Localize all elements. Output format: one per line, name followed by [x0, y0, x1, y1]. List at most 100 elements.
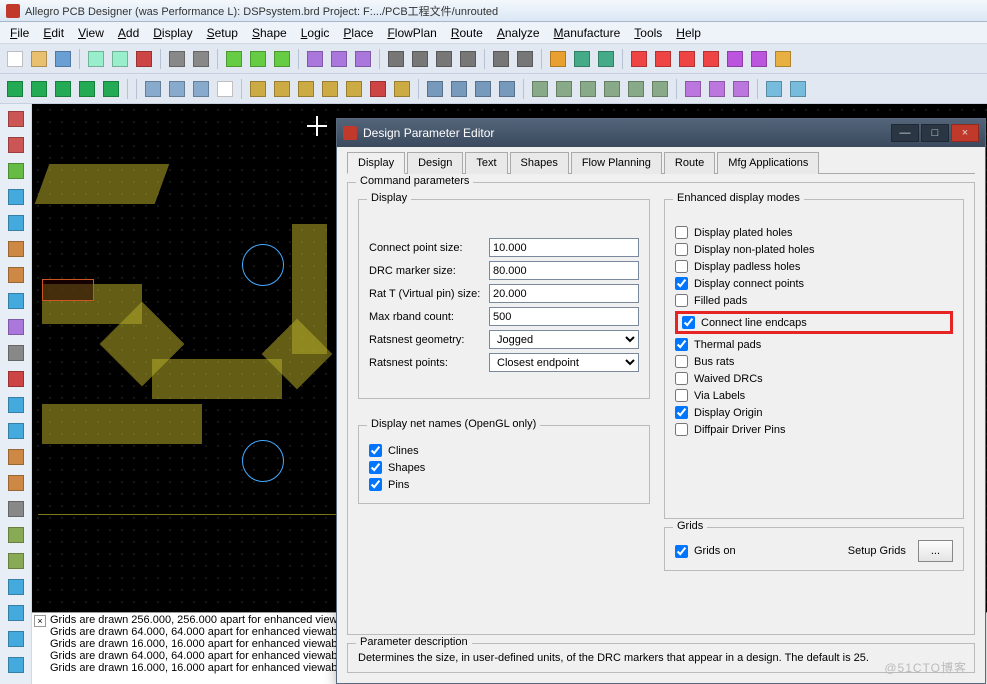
form-input[interactable]: Closest endpoint — [489, 353, 639, 372]
sidebar-tool[interactable] — [5, 238, 27, 260]
toolbar-button[interactable] — [391, 78, 413, 100]
menu-place[interactable]: Place — [337, 24, 379, 42]
sidebar-tool[interactable] — [5, 654, 27, 676]
toolbar-button[interactable] — [649, 78, 671, 100]
toolbar-button[interactable] — [577, 78, 599, 100]
checkbox-filled-pads[interactable]: Filled pads — [675, 294, 953, 307]
toolbar-button[interactable] — [247, 78, 269, 100]
toolbar-button[interactable] — [223, 48, 245, 70]
toolbar-button[interactable] — [772, 48, 794, 70]
toolbar-button[interactable] — [52, 78, 74, 100]
toolbar-button[interactable] — [448, 78, 470, 100]
form-input[interactable]: Jogged — [489, 330, 639, 349]
dialog-titlebar[interactable]: Design Parameter Editor — □ × — [337, 119, 985, 147]
dialog-close-button[interactable]: × — [951, 124, 979, 142]
toolbar-button[interactable] — [763, 78, 785, 100]
toolbar-button[interactable] — [28, 78, 50, 100]
menu-add[interactable]: Add — [112, 24, 145, 42]
toolbar-button[interactable] — [271, 78, 293, 100]
toolbar-button[interactable] — [595, 48, 617, 70]
sidebar-tool[interactable] — [5, 394, 27, 416]
checkbox-bus-rats[interactable]: Bus rats — [675, 355, 953, 368]
menu-help[interactable]: Help — [670, 24, 707, 42]
toolbar-button[interactable] — [367, 78, 389, 100]
toolbar-button[interactable] — [214, 78, 236, 100]
menu-route[interactable]: Route — [445, 24, 489, 42]
sidebar-tool[interactable] — [5, 108, 27, 130]
menu-flowplan[interactable]: FlowPlan — [381, 24, 442, 42]
toolbar-button[interactable] — [652, 48, 674, 70]
menu-manufacture[interactable]: Manufacture — [548, 24, 627, 42]
sidebar-tool[interactable] — [5, 134, 27, 156]
sidebar-tool[interactable] — [5, 446, 27, 468]
menu-analyze[interactable]: Analyze — [491, 24, 546, 42]
checkbox-via-labels[interactable]: Via Labels — [675, 389, 953, 402]
menu-logic[interactable]: Logic — [295, 24, 336, 42]
toolbar-button[interactable] — [409, 48, 431, 70]
toolbar-button[interactable] — [424, 78, 446, 100]
menu-display[interactable]: Display — [147, 24, 198, 42]
toolbar-button[interactable] — [385, 48, 407, 70]
tab-mfg-applications[interactable]: Mfg Applications — [717, 152, 819, 174]
sidebar-tool[interactable] — [5, 420, 27, 442]
toolbar-button[interactable] — [109, 48, 131, 70]
toolbar-button[interactable] — [304, 48, 326, 70]
toolbar-button[interactable] — [319, 78, 341, 100]
sidebar-tool[interactable] — [5, 602, 27, 624]
menu-file[interactable]: File — [4, 24, 35, 42]
toolbar-button[interactable] — [748, 48, 770, 70]
sidebar-tool[interactable] — [5, 628, 27, 650]
checkbox-display-non-plated-holes[interactable]: Display non-plated holes — [675, 243, 953, 256]
menu-shape[interactable]: Shape — [246, 24, 293, 42]
toolbar-button[interactable] — [553, 78, 575, 100]
sidebar-tool[interactable] — [5, 160, 27, 182]
checkbox-pins[interactable]: Pins — [369, 478, 639, 491]
sidebar-tool[interactable] — [5, 264, 27, 286]
toolbar-button[interactable] — [514, 48, 536, 70]
toolbar-button[interactable] — [352, 48, 374, 70]
sidebar-tool[interactable] — [5, 550, 27, 572]
toolbar-button[interactable] — [628, 48, 650, 70]
checkbox-shapes[interactable]: Shapes — [369, 461, 639, 474]
checkbox-display-padless-holes[interactable]: Display padless holes — [675, 260, 953, 273]
tab-shapes[interactable]: Shapes — [510, 152, 569, 174]
form-input[interactable] — [489, 261, 639, 280]
console-close-icon[interactable]: × — [34, 615, 46, 627]
sidebar-tool[interactable] — [5, 186, 27, 208]
tab-design[interactable]: Design — [407, 152, 463, 174]
toolbar-button[interactable] — [682, 78, 704, 100]
toolbar-button[interactable] — [166, 78, 188, 100]
checkbox-display-origin[interactable]: Display Origin — [675, 406, 953, 419]
grids-on-checkbox[interactable]: Grids on — [675, 545, 736, 558]
sidebar-tool[interactable] — [5, 316, 27, 338]
form-input[interactable] — [489, 284, 639, 303]
form-input[interactable] — [489, 307, 639, 326]
toolbar-button[interactable] — [730, 78, 752, 100]
toolbar-button[interactable] — [343, 78, 365, 100]
toolbar-button[interactable] — [28, 48, 50, 70]
checkbox-clines[interactable]: Clines — [369, 444, 639, 457]
toolbar-button[interactable] — [625, 78, 647, 100]
dialog-maximize-button[interactable]: □ — [921, 124, 949, 142]
checkbox-waived-drcs[interactable]: Waived DRCs — [675, 372, 953, 385]
toolbar-button[interactable] — [700, 48, 722, 70]
toolbar-button[interactable] — [52, 48, 74, 70]
toolbar-button[interactable] — [166, 48, 188, 70]
toolbar-button[interactable] — [490, 48, 512, 70]
toolbar-button[interactable] — [142, 78, 164, 100]
toolbar-button[interactable] — [190, 78, 212, 100]
toolbar-button[interactable] — [787, 78, 809, 100]
menu-tools[interactable]: Tools — [628, 24, 668, 42]
tab-flow-planning[interactable]: Flow Planning — [571, 152, 662, 174]
toolbar-button[interactable] — [85, 48, 107, 70]
menu-view[interactable]: View — [72, 24, 110, 42]
sidebar-tool[interactable] — [5, 576, 27, 598]
setup-grids-button[interactable]: ... — [918, 540, 953, 562]
toolbar-button[interactable] — [724, 48, 746, 70]
sidebar-tool[interactable] — [5, 290, 27, 312]
form-input[interactable] — [489, 238, 639, 257]
menu-edit[interactable]: Edit — [37, 24, 70, 42]
sidebar-tool[interactable] — [5, 368, 27, 390]
toolbar-button[interactable] — [706, 78, 728, 100]
toolbar-button[interactable] — [496, 78, 518, 100]
